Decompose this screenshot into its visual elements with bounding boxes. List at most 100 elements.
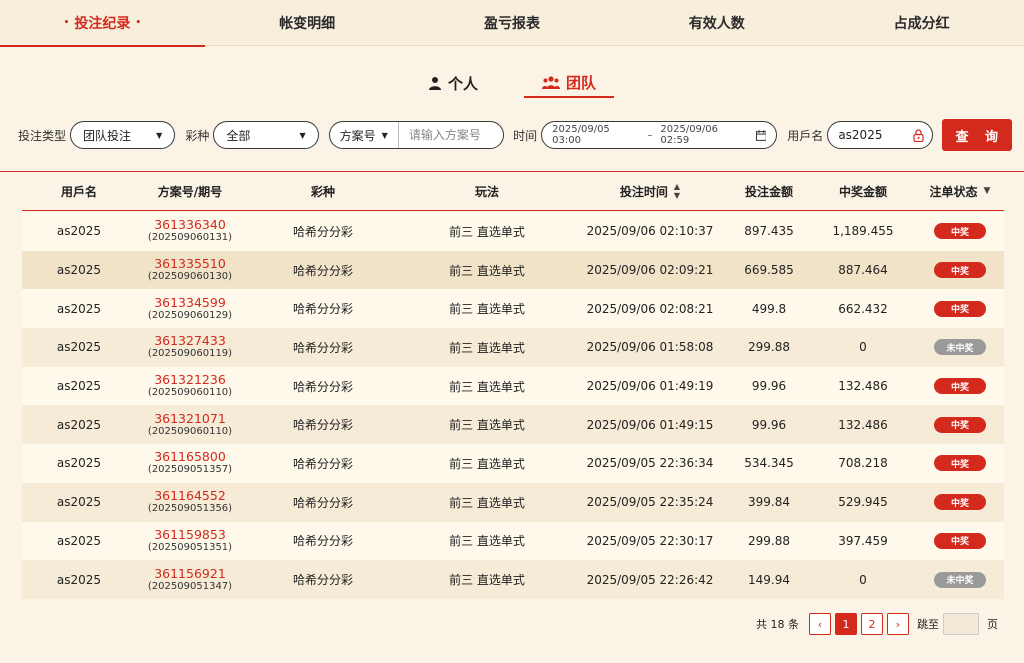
cell-username: as2025: [56, 456, 102, 471]
plan-search-combo: 方案号 ▼: [328, 121, 505, 149]
bet-type-label: 投注类型: [18, 128, 67, 143]
table-row: as2025 361334599 (202509060129) 哈希分分彩 前三 直选单…: [22, 289, 1004, 329]
tab-active-users[interactable]: 有效人数: [614, 0, 819, 46]
lottery-label: 彩种: [185, 128, 210, 143]
header-status-label: 注单状态: [929, 184, 978, 199]
tab-share-dividend[interactable]: 占成分红: [819, 0, 1024, 46]
bet-type-select[interactable]: 团队投注 ▼: [70, 121, 176, 149]
cell-win-amount: 132.486: [838, 417, 888, 432]
header-bet-amount: 投注金额: [744, 184, 793, 199]
cell-plan: 361335510 (202509060130): [136, 257, 244, 283]
calendar-icon: [755, 129, 767, 141]
cell-bet-time: 2025/09/06 01:49:15: [586, 417, 714, 432]
plan-number-link[interactable]: 361164552: [154, 489, 226, 502]
table-body: as2025 361336340 (202509060131) 哈希分分彩 前三 直选单…: [22, 212, 1004, 599]
cell-lottery: 哈希分分彩: [292, 418, 353, 433]
cell-status: 中奖: [916, 494, 1004, 511]
cell-bet-amount: 897.435: [744, 224, 794, 239]
scope-tabs: 个人 团队: [0, 68, 1024, 98]
tab-dot-left-icon: •: [63, 18, 70, 28]
cell-plan: 361159853 (202509051351): [136, 528, 244, 554]
cell-play: 前三 直选单式: [449, 534, 525, 549]
tab-label: 有效人数: [688, 16, 745, 32]
date-range-picker[interactable]: 2025/09/05 03:00 – 2025/09/06 02:59: [541, 121, 778, 149]
cell-bet-amount: 399.84: [748, 495, 790, 510]
header-status[interactable]: 注单状态 ▼: [916, 183, 1004, 200]
bet-records-table: 用戶名 方案号/期号 彩种 玩法 投注时间 ▲ ▼ 投注金额 中奖金额 注单状态 …: [0, 171, 1024, 663]
cell-bet-time: 2025/09/05 22:36:34: [586, 456, 714, 471]
plan-number-input[interactable]: [398, 128, 499, 142]
header-username: 用戶名: [60, 184, 97, 199]
plan-number-link[interactable]: 361327433: [154, 334, 226, 347]
tab-label: 占成分红: [893, 16, 950, 32]
username-input[interactable]: as2025: [827, 121, 933, 149]
cell-bet-time: 2025/09/05 22:35:24: [586, 495, 714, 510]
tab-account-changes[interactable]: 帐变明细: [205, 0, 410, 46]
table-row: as2025 361321236 (202509060110) 哈希分分彩 前三 直选单…: [22, 366, 1004, 406]
cell-bet-time: 2025/09/06 02:08:21: [586, 301, 714, 316]
username-value: as2025: [838, 128, 883, 142]
plan-type-value: 方案号: [339, 128, 376, 143]
cell-bet-time: 2025/09/05 22:26:42: [586, 572, 714, 587]
cell-status: 中奖: [916, 416, 1004, 433]
cell-lottery: 哈希分分彩: [292, 534, 353, 549]
plan-number-link[interactable]: 361321071: [154, 412, 226, 425]
bet-type-value: 团队投注: [83, 128, 132, 143]
subtab-team[interactable]: 团队: [524, 68, 615, 98]
pagination: 共 18 条 ‹ 1 2 › 跳至 页: [756, 612, 998, 636]
page-button-2[interactable]: 2: [861, 613, 883, 635]
table-row: as2025 361335510 (202509060130) 哈希分分彩 前三 直选单…: [22, 250, 1004, 290]
plan-number-link[interactable]: 361156921: [154, 567, 226, 580]
cell-play: 前三 直选单式: [449, 263, 525, 278]
cell-plan: 361321236 (202509060110): [136, 373, 244, 399]
tab-bet-records[interactable]: • 投注纪录 •: [0, 0, 205, 47]
issue-number: (202509051356): [147, 503, 233, 515]
cell-username: as2025: [56, 533, 102, 548]
filter-icon[interactable]: ▼: [984, 186, 991, 196]
chevron-left-icon: ‹: [817, 617, 823, 631]
page-unit: 页: [987, 618, 998, 631]
issue-number: (202509060119): [147, 348, 233, 360]
status-badge: 中奖: [934, 300, 986, 317]
cell-play: 前三 直选单式: [449, 302, 525, 317]
status-badge: 中奖: [934, 416, 986, 433]
header-bet-time[interactable]: 投注时间 ▲ ▼: [572, 182, 728, 200]
user-label: 用戶名: [787, 128, 824, 143]
page-button-1[interactable]: 1: [835, 613, 857, 635]
lottery-select[interactable]: 全部 ▼: [213, 121, 319, 149]
issue-number: (202509060129): [147, 309, 233, 321]
cell-plan: 361156921 (202509051347): [136, 567, 244, 593]
cell-play: 前三 直选单式: [449, 418, 525, 433]
jump-page-input[interactable]: [943, 613, 979, 635]
plan-number-link[interactable]: 361334599: [154, 296, 226, 309]
cell-bet-time: 2025/09/06 02:10:37: [586, 224, 714, 239]
cell-win-amount: 0: [859, 340, 867, 355]
tab-label: 盈亏报表: [483, 16, 540, 32]
date-start: 2025/09/05 03:00: [552, 124, 610, 146]
header-plan-issue: 方案号/期号: [157, 184, 223, 199]
header-bet-time-label: 投注时间: [619, 184, 668, 199]
plan-number-link[interactable]: 361335510: [154, 257, 226, 270]
status-badge: 中奖: [934, 223, 986, 240]
issue-number: (202509051351): [147, 541, 233, 553]
plan-number-link[interactable]: 361159853: [154, 528, 226, 541]
prev-page-button[interactable]: ‹: [809, 613, 831, 635]
plan-number-link[interactable]: 361165800: [154, 450, 226, 463]
issue-number: (202509051347): [147, 580, 233, 592]
cell-status: 未中奖: [916, 571, 1004, 588]
cell-status: 中奖: [916, 223, 1004, 240]
tab-profit-report[interactable]: 盈亏报表: [410, 0, 615, 46]
table-row: as2025 361164552 (202509051356) 哈希分分彩 前三 直选单…: [22, 482, 1004, 522]
lottery-value: 全部: [226, 128, 251, 143]
plan-type-select[interactable]: 方案号 ▼: [330, 122, 399, 148]
plan-number-link[interactable]: 361321236: [154, 373, 226, 386]
plan-number-link[interactable]: 361336340: [154, 218, 226, 231]
cell-play: 前三 直选单式: [449, 456, 525, 471]
cell-win-amount: 1,189.455: [832, 224, 894, 239]
cell-lottery: 哈希分分彩: [292, 456, 353, 471]
next-page-button[interactable]: ›: [887, 613, 909, 635]
subtab-personal[interactable]: 个人: [410, 68, 496, 98]
query-button[interactable]: 查 询: [941, 119, 1012, 151]
sort-icon[interactable]: ▲ ▼: [674, 182, 680, 200]
header-lottery: 彩种: [310, 184, 335, 199]
